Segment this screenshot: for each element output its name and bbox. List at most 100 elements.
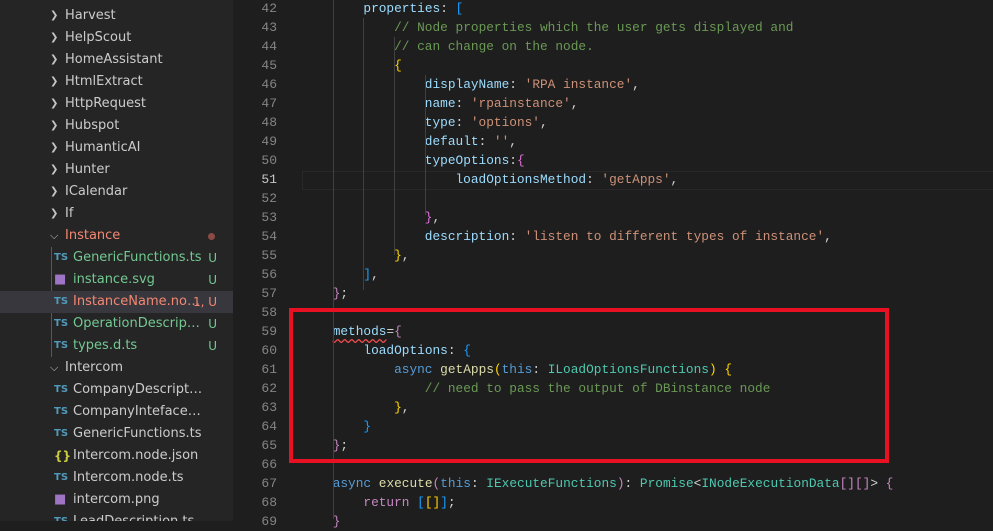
- code-token: typeOptions: [424, 153, 510, 168]
- code-token: :: [470, 476, 487, 491]
- chevron-right-icon: ❯: [50, 208, 59, 219]
- folder-item[interactable]: ❯ HttpRequest: [0, 93, 233, 115]
- svg-file-icon: ■: [54, 272, 67, 287]
- line-number: 64: [261, 419, 277, 434]
- code-token: ;: [340, 286, 349, 301]
- code-token: }: [394, 248, 402, 263]
- code-line[interactable]: {: [394, 56, 402, 75]
- file-item[interactable]: TS OperationDescriptio... U: [0, 313, 233, 335]
- chevron-right-icon: ❯: [50, 186, 59, 197]
- code-line[interactable]: properties: [: [363, 0, 463, 18]
- code-token: 'options': [470, 115, 540, 130]
- file-item[interactable]: TS GenericFunctions.ts: [0, 423, 233, 445]
- folder-item[interactable]: ⌵ Intercom: [0, 357, 233, 379]
- image-file-icon: ■: [54, 492, 67, 507]
- code-line[interactable]: };: [333, 284, 348, 303]
- typescript-file-icon: TS: [54, 472, 69, 483]
- line-number: 61: [261, 362, 277, 377]
- folder-item[interactable]: ❯ HomeAssistant: [0, 49, 233, 71]
- code-line[interactable]: type: 'options',: [425, 113, 548, 132]
- typescript-file-icon: TS: [54, 318, 69, 329]
- code-line[interactable]: return [[]];: [363, 493, 455, 512]
- code-line[interactable]: },: [394, 246, 409, 265]
- file-item[interactable]: TS LeadDescription.ts: [0, 511, 233, 521]
- code-token: ,: [509, 134, 517, 149]
- git-status-badge: U: [208, 273, 217, 287]
- code-token: :: [509, 153, 517, 168]
- file-item[interactable]: ■ intercom.png: [0, 489, 233, 511]
- file-item[interactable]: TS CompanyDescription.ts: [0, 379, 233, 401]
- code-line[interactable]: default: '',: [425, 132, 517, 151]
- code-token: []: [854, 476, 871, 491]
- code-token: ]: [363, 267, 372, 282]
- code-token: ,: [632, 77, 640, 92]
- folder-label: HomeAssistant: [65, 52, 163, 67]
- folder-label: HttpRequest: [65, 96, 147, 111]
- code-line[interactable]: loadOptionsMethod: 'getApps',: [456, 170, 679, 189]
- code-line[interactable]: // Node properties which the user gets d…: [394, 18, 793, 37]
- code-token: ): [616, 476, 625, 491]
- git-status-badge: U: [208, 251, 217, 265]
- code-line[interactable]: typeOptions:{: [425, 151, 525, 170]
- file-item[interactable]: TS GenericFunctions.ts U: [0, 247, 233, 269]
- line-number: 45: [261, 58, 277, 73]
- line-number: 68: [261, 495, 277, 510]
- code-line[interactable]: // can change on the node.: [394, 37, 594, 56]
- modified-dot-icon: [208, 233, 215, 240]
- folder-label: If: [65, 206, 74, 221]
- chevron-right-icon: ❯: [50, 54, 59, 65]
- file-item[interactable]: TS CompanyInteface.ts: [0, 401, 233, 423]
- code-token: :: [509, 229, 525, 244]
- folder-item[interactable]: ❯ If: [0, 203, 233, 225]
- folder-label: Harvest: [65, 8, 116, 23]
- code-line[interactable]: async execute(this: IExecuteFunctions): …: [333, 474, 894, 493]
- code-token: :: [586, 172, 602, 187]
- code-token: {: [516, 153, 525, 168]
- code-line[interactable]: ],: [363, 265, 378, 284]
- folder-item[interactable]: ❯ Hubspot: [0, 115, 233, 137]
- code-token: async: [332, 476, 379, 491]
- file-item[interactable]: {} Intercom.node.json: [0, 445, 233, 467]
- code-token: 'listen to different types of instance': [524, 229, 825, 244]
- folder-label: ICalendar: [65, 184, 128, 199]
- file-label: intercom.png: [73, 492, 160, 507]
- line-number: 50: [261, 153, 277, 168]
- file-item[interactable]: TS Intercom.node.ts: [0, 467, 233, 489]
- code-line[interactable]: }: [333, 512, 341, 531]
- line-number: 48: [261, 115, 277, 130]
- folder-item[interactable]: ❯ HelpScout: [0, 27, 233, 49]
- code-token: '': [493, 134, 510, 149]
- code-line[interactable]: name: 'rpainstance',: [425, 94, 579, 113]
- code-line[interactable]: description: 'listen to different types …: [425, 227, 832, 246]
- file-label: Intercom.node.json: [73, 448, 199, 463]
- folder-item[interactable]: ❯ Harvest: [0, 5, 233, 27]
- typescript-file-icon: TS: [54, 384, 69, 395]
- code-token: INodeExecutionData: [701, 476, 840, 491]
- folder-item[interactable]: ❯ ICalendar: [0, 181, 233, 203]
- folder-item[interactable]: ❯ HtmlExtract: [0, 71, 233, 93]
- line-number: 52: [261, 191, 277, 206]
- code-token: name: [424, 96, 456, 111]
- file-label: OperationDescriptio...: [73, 316, 203, 331]
- code-line[interactable]: displayName: 'RPA instance',: [425, 75, 640, 94]
- folder-item[interactable]: ❯ HumanticAI: [0, 137, 233, 159]
- code-token: :: [509, 77, 525, 92]
- folder-label: HelpScout: [65, 30, 132, 45]
- file-label: InstanceName.nod...: [73, 294, 203, 309]
- file-item[interactable]: TS InstanceName.nod... 1, U: [0, 291, 233, 313]
- explorer-sidebar: ❯ Harvest ❯ HelpScout ❯ HomeAssistant ❯ HtmlExt…: [0, 0, 233, 521]
- typescript-file-icon: TS: [54, 340, 69, 351]
- folder-item[interactable]: ❯ Hunter: [0, 159, 233, 181]
- folder-item[interactable]: ⌵ Instance: [0, 225, 233, 247]
- file-item[interactable]: ■ instance.svg U: [0, 269, 233, 291]
- code-token: ,: [432, 210, 441, 225]
- code-line[interactable]: },: [425, 208, 440, 227]
- git-status-badge: 1, U: [192, 295, 217, 309]
- code-token: {: [394, 58, 402, 73]
- file-item[interactable]: TS types.d.ts U: [0, 335, 233, 357]
- code-token: :: [455, 96, 471, 111]
- line-number: 66: [261, 457, 277, 472]
- chevron-down-icon: ⌵: [50, 361, 59, 374]
- line-number: 53: [261, 210, 277, 225]
- typescript-file-icon: TS: [54, 296, 69, 307]
